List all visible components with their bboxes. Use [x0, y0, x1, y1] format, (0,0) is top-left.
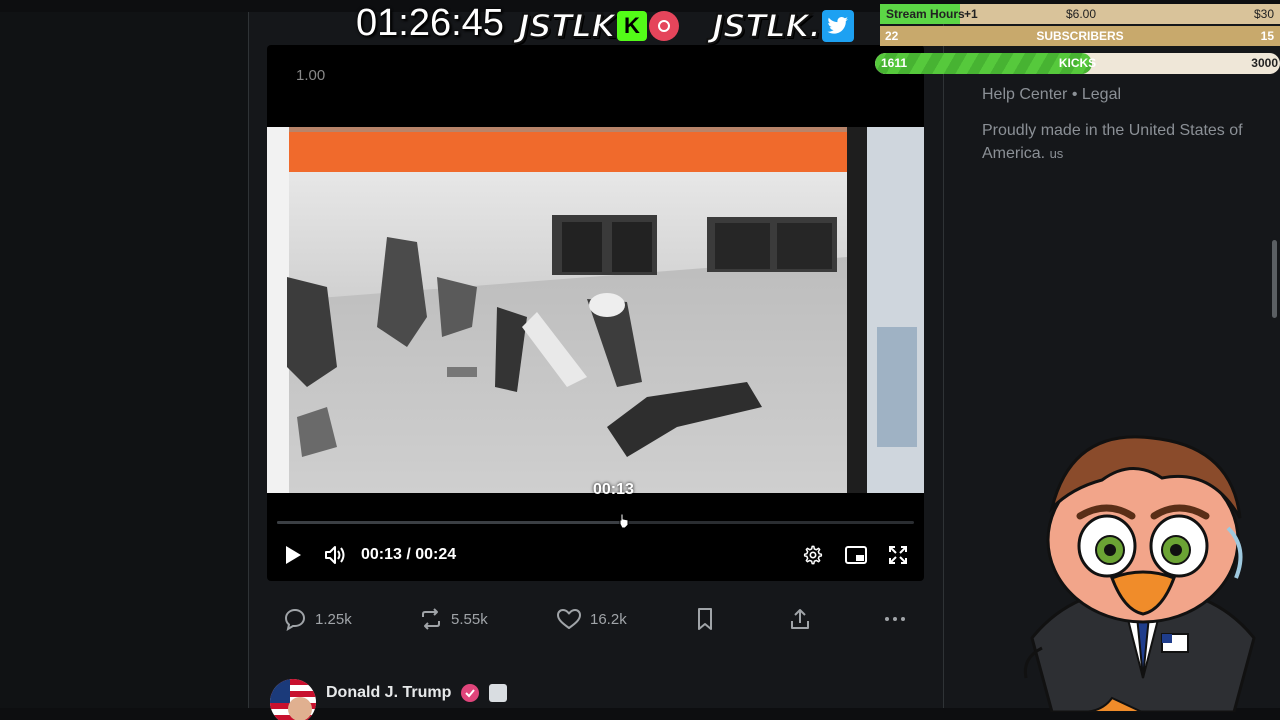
progress-hover-time: 00:13 [593, 481, 634, 498]
settings-button[interactable] [801, 537, 825, 573]
goal-stream-hours-label: Stream Hours [886, 7, 965, 21]
more-icon [885, 617, 905, 621]
goal-subscribers-label: SUBSCRIBERS [1036, 29, 1124, 43]
like-count: 16.2k [590, 610, 627, 628]
video-progress-fill [277, 521, 621, 524]
post-action-bar: 1.25k 5.55k 16.2k [283, 604, 913, 634]
kick-logo: JSTLK K [517, 6, 679, 46]
picture-in-picture-icon [845, 546, 867, 564]
post-author-name[interactable]: Donald J. Trump [326, 684, 451, 702]
left-sidebar [0, 12, 248, 708]
page-scrollbar[interactable] [1272, 240, 1277, 318]
made-in-text: Proudly made in the United States of Ame… [982, 122, 1243, 162]
video-player[interactable]: 1.00 00:13 00:13 / 00:24 [267, 45, 924, 581]
volume-icon [325, 546, 345, 564]
bookmark-button[interactable] [694, 604, 716, 634]
goal-stream-hours: Stream Hours +1 $6.00 $30 [880, 4, 1280, 24]
reply-count: 1.25k [315, 610, 352, 628]
footer-links[interactable]: Help Center • Legal [982, 86, 1121, 104]
goal-kicks-target: 3000 [1251, 56, 1278, 70]
stream-timer: 01:26:45 [356, 2, 504, 44]
goal-subscribers: 22 SUBSCRIBERS 15 [880, 26, 1280, 46]
share-icon [791, 609, 809, 629]
video-time-display: 00:13 / 00:24 [361, 546, 457, 563]
video-progress-bar[interactable] [277, 521, 914, 524]
video-controls: 00:13 / 00:24 [267, 537, 924, 573]
record-icon [648, 11, 679, 41]
repost-count: 5.55k [451, 610, 488, 628]
made-in-flag: us [1049, 146, 1064, 161]
page: 1.00 00:13 00:13 / 00:24 1.25k 5.55k 16.… [0, 0, 1280, 720]
mouse-cursor-icon [619, 513, 629, 529]
flag-avatar-image [270, 679, 316, 720]
goal-subscribers-target: 15 [1260, 29, 1274, 43]
playback-speed[interactable]: 1.00 [296, 67, 325, 84]
video-frame-image [267, 127, 924, 493]
gear-icon [803, 545, 823, 565]
fullscreen-icon [889, 546, 907, 564]
goal-kicks-label: KICKS [1058, 56, 1097, 70]
twitter-logo: JSTLK . [711, 6, 855, 46]
fullscreen-button[interactable] [886, 537, 910, 573]
volume-button[interactable] [323, 537, 347, 573]
twitter-bird-icon [822, 10, 855, 42]
kick-badge: K [616, 11, 647, 41]
play-button[interactable] [281, 537, 305, 573]
reply-button[interactable]: 1.25k [283, 604, 352, 634]
more-options-button[interactable] [883, 604, 907, 634]
play-icon [286, 546, 301, 564]
twitter-logo-text: JSTLK [711, 6, 811, 46]
goal-stream-hours-target: $30 [1253, 7, 1274, 21]
repost-button[interactable]: 5.55k [419, 604, 488, 634]
kick-logo-text: JSTLK [517, 6, 617, 46]
goal-stream-hours-amount: $6.00 [1066, 7, 1097, 21]
avatar[interactable] [270, 679, 316, 720]
heart-icon [557, 609, 581, 629]
next-post-header: Donald J. Trump [270, 678, 508, 720]
affiliate-badge-icon [489, 684, 508, 702]
mascot-character-image [1023, 435, 1256, 712]
goal-kicks: 1611 KICKS 3000 [875, 53, 1280, 74]
share-button[interactable] [788, 604, 812, 634]
repost-icon [422, 608, 440, 630]
twitter-logo-dot: . [808, 6, 822, 46]
comment-icon [284, 608, 306, 631]
video-frame[interactable] [267, 127, 924, 493]
bookmark-icon [698, 608, 712, 630]
verified-badge-icon [461, 684, 480, 702]
picture-in-picture-button[interactable] [844, 537, 868, 573]
goal-stream-hours-increment: +1 [964, 7, 978, 21]
like-button[interactable]: 16.2k [556, 604, 627, 634]
made-in-note: Proudly made in the United States of Ame… [982, 119, 1272, 165]
